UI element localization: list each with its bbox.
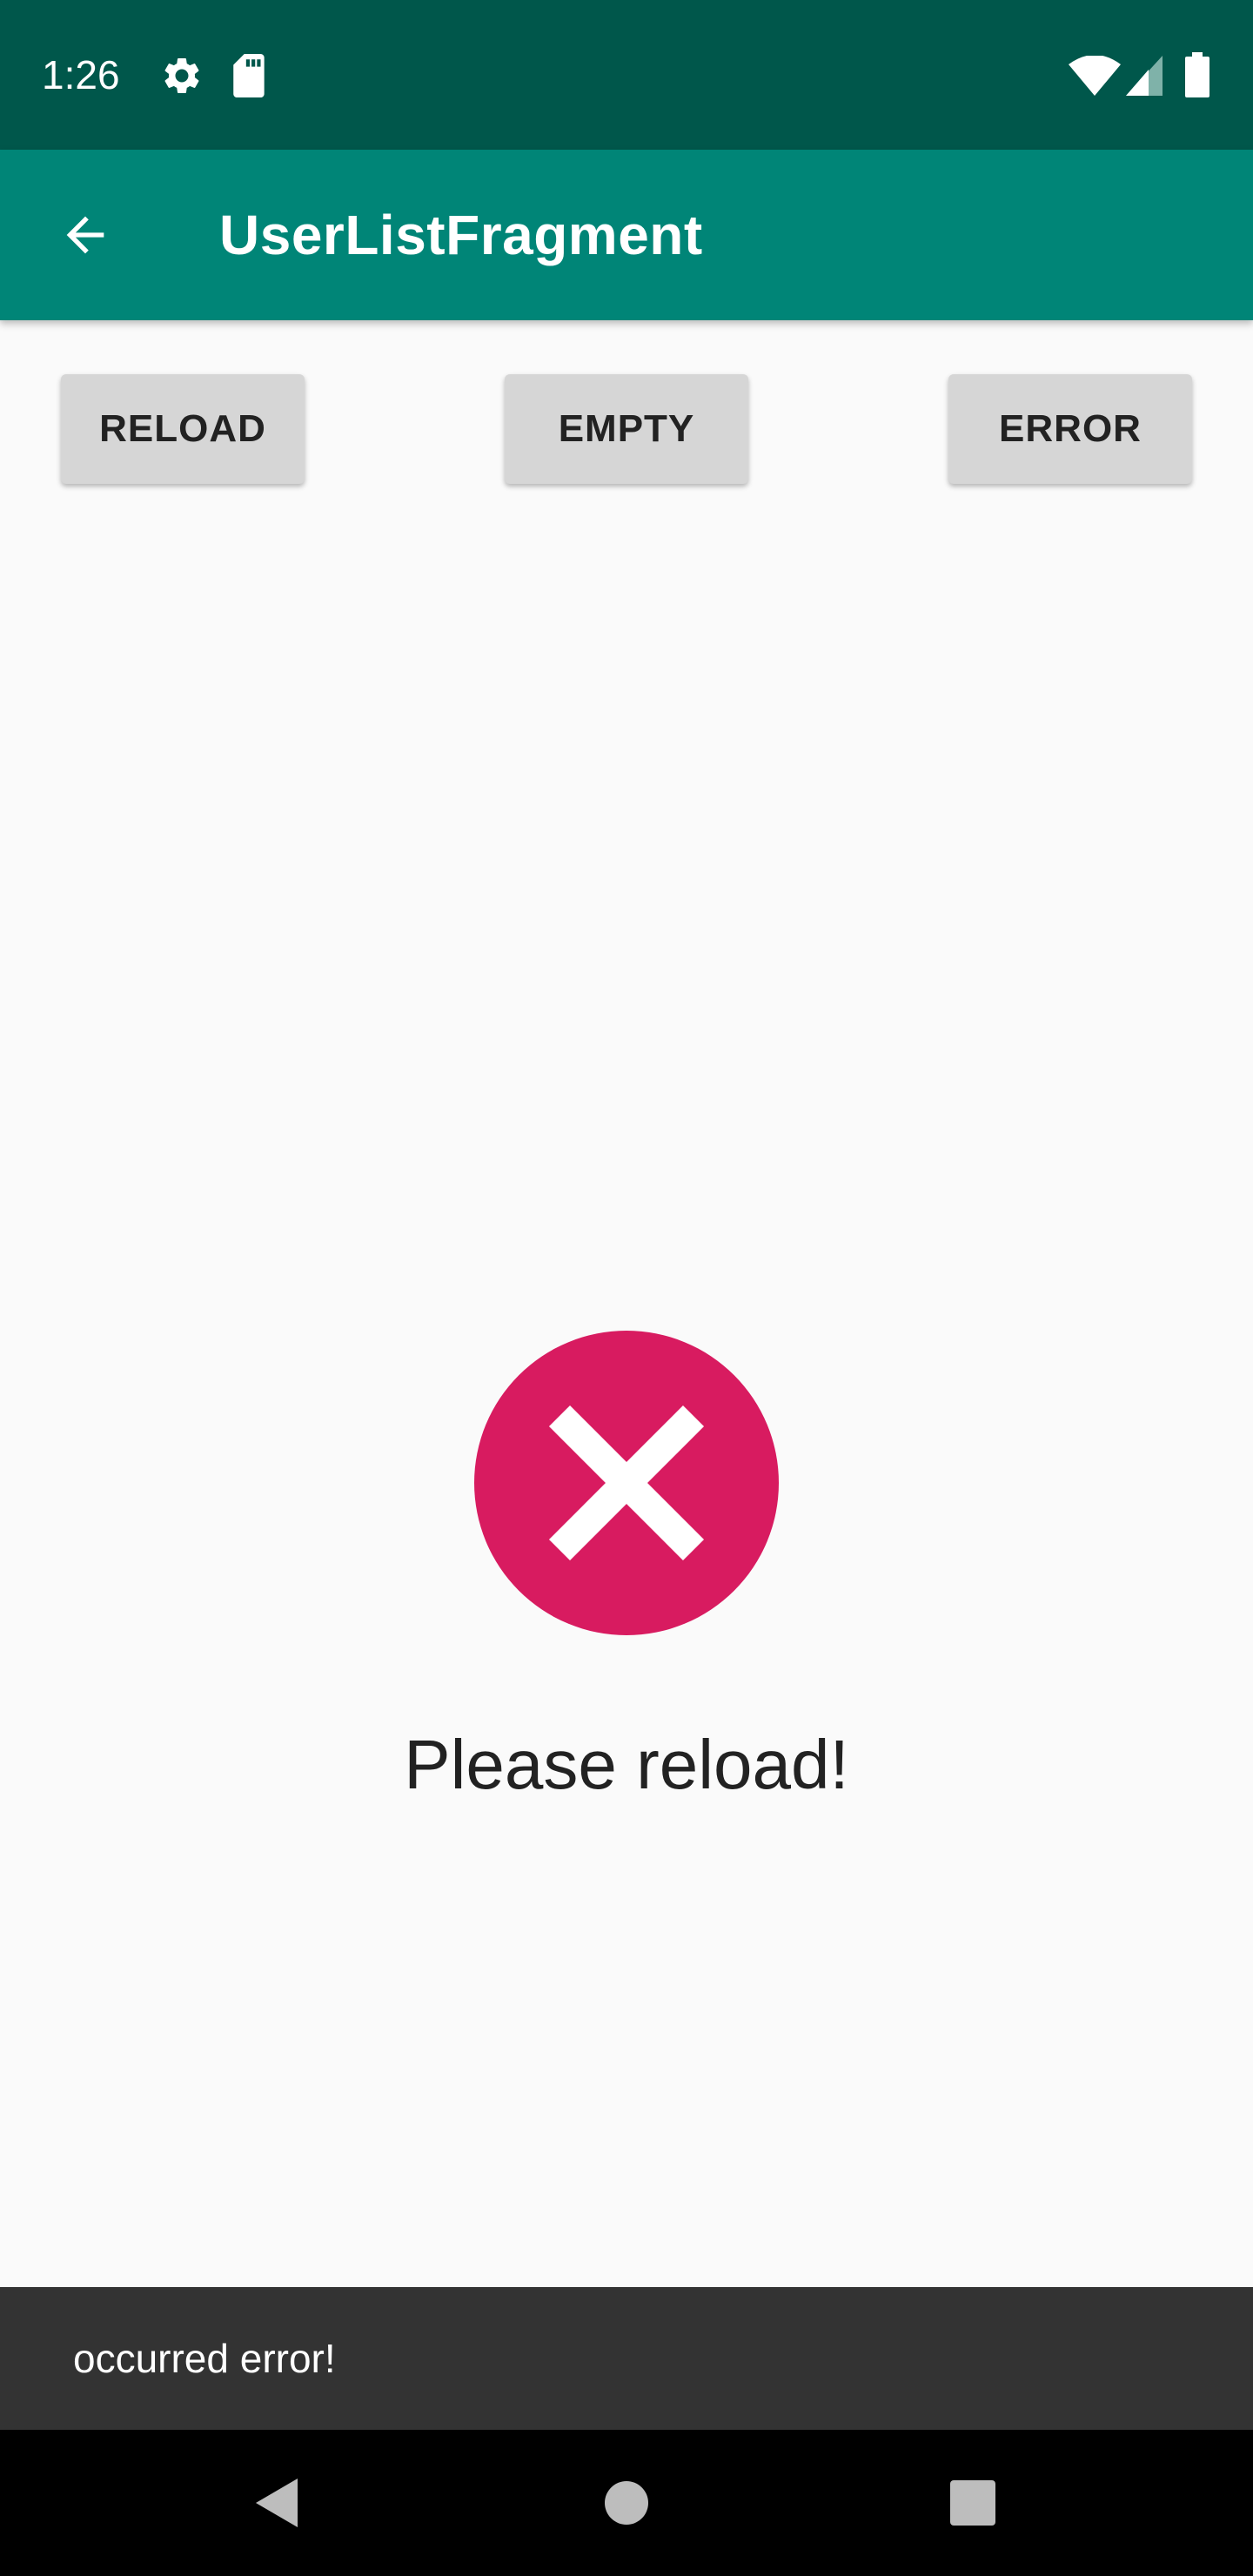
- nav-back-button[interactable]: [216, 2442, 338, 2564]
- error-circle: [474, 1331, 779, 1635]
- battery-icon: [1185, 52, 1209, 97]
- page-title: UserListFragment: [219, 204, 703, 266]
- back-button[interactable]: [35, 184, 136, 285]
- reload-button[interactable]: RELOAD: [61, 374, 305, 484]
- cell-signal-icon: [1126, 56, 1163, 96]
- gear-icon: [164, 57, 199, 93]
- snackbar: occurred error!: [0, 2287, 1253, 2430]
- sd-card-icon: [233, 54, 265, 97]
- status-time: 1:26: [42, 52, 120, 97]
- nav-home-button[interactable]: [566, 2442, 687, 2564]
- error-x-icon: [548, 1405, 705, 1561]
- wifi-icon: [1069, 56, 1121, 96]
- back-triangle-icon: [256, 2479, 298, 2527]
- arrow-back-icon: [66, 216, 104, 254]
- app-bar: UserListFragment: [0, 150, 1253, 320]
- home-circle-icon: [605, 2481, 648, 2525]
- nav-recents-button[interactable]: [912, 2442, 1034, 2564]
- error-button[interactable]: ERROR: [948, 374, 1192, 484]
- snackbar-text: occurred error!: [73, 2336, 336, 2381]
- status-bar: 1:26: [0, 0, 1253, 150]
- navigation-bar: [0, 2430, 1253, 2576]
- empty-button[interactable]: EMPTY: [505, 374, 748, 484]
- error-message: Please reload!: [404, 1726, 849, 1803]
- recents-square-icon: [950, 2480, 995, 2526]
